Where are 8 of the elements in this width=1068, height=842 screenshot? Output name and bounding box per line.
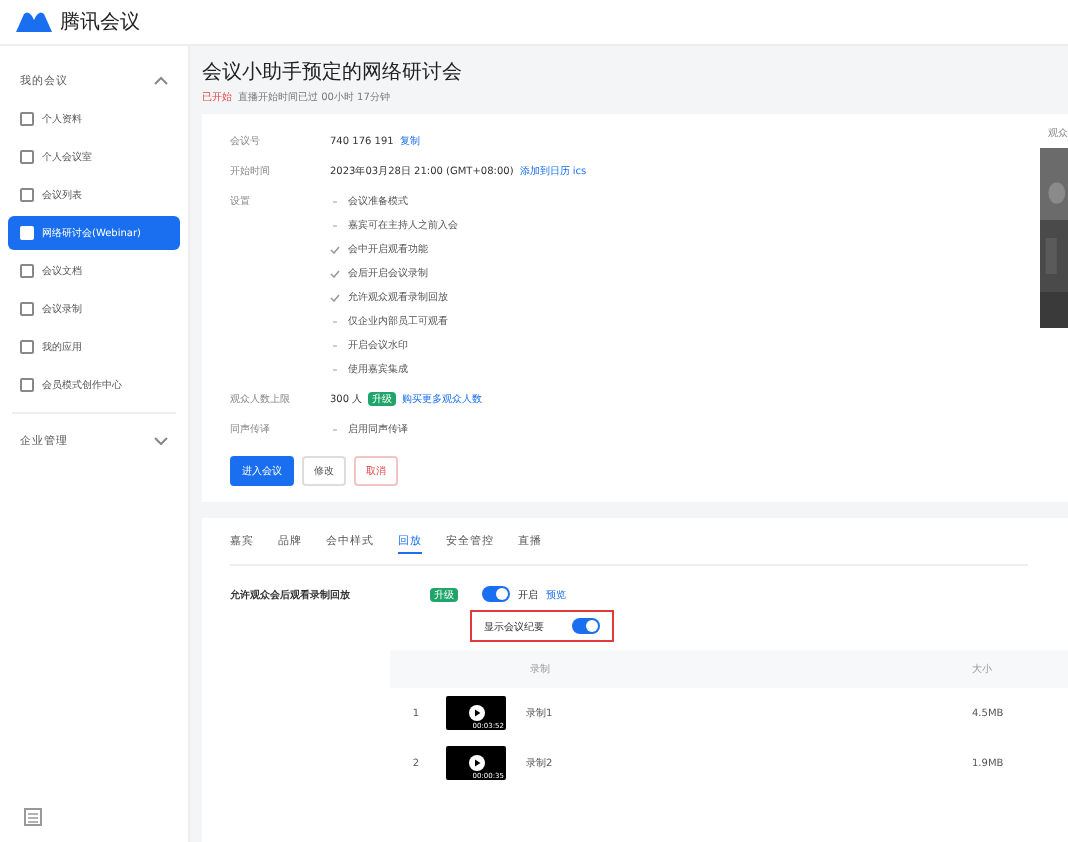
chevron-icon bbox=[154, 436, 168, 446]
chevron-icon bbox=[154, 76, 168, 86]
logo-icon bbox=[16, 12, 52, 32]
minutes-toggle[interactable] bbox=[572, 618, 600, 634]
replay-toggle[interactable] bbox=[482, 586, 510, 602]
meeting-title: 会议小助手预定的网络研讨会 bbox=[202, 59, 464, 86]
collapse-icon[interactable] bbox=[24, 808, 42, 826]
app-name: 腾讯会议 bbox=[60, 9, 140, 36]
